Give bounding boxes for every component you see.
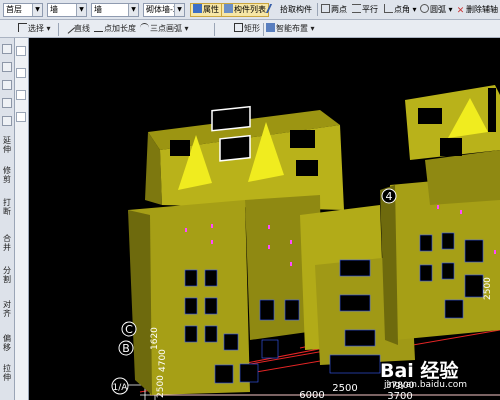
delete-aux-line-button-label: 删除辅轴 xyxy=(466,5,498,14)
main-toolbar: 首层 ▼ 墙 ▼ 墙 ▼ 砌体墙-2 ▼ 属性 构件列表 拾取构件 两点 平行 点角 ▾… xyxy=(0,0,500,20)
modify-sidebar: 延伸 修剪 打断 合并 分割 对齐 偏移 拉伸 xyxy=(0,38,15,400)
dimension-label: 2500 xyxy=(156,375,166,398)
pick-component-button[interactable]: 拾取构件 xyxy=(265,3,312,17)
point-add-length-button[interactable]: 点加长度 xyxy=(94,22,136,36)
parallel-button[interactable]: 平行 xyxy=(352,3,378,17)
properties-icon xyxy=(193,4,202,13)
sidebar-item-merge[interactable]: 合并 xyxy=(1,234,13,252)
point-angle-button-label: 点角 xyxy=(394,5,410,14)
point-length-icon xyxy=(94,22,103,32)
sidebar-item-extend[interactable]: 延伸 xyxy=(1,136,13,154)
panel-icon[interactable] xyxy=(16,68,26,78)
category-select-value: 墙 xyxy=(50,5,58,14)
chevron-down-icon: ▼ xyxy=(32,4,42,16)
chevron-down-icon: ▼ xyxy=(128,4,138,16)
sidebar-item-offset[interactable]: 偏移 xyxy=(1,334,13,352)
component-list-button[interactable]: 构件列表 xyxy=(221,3,269,17)
type-select-value: 墙 xyxy=(94,5,102,14)
point-angle-icon xyxy=(384,4,393,13)
toolbar-separator xyxy=(263,23,264,36)
sidebar-item-stretch[interactable]: 拉伸 xyxy=(1,364,13,382)
dimension-label: 2500 xyxy=(332,383,357,394)
type-select[interactable]: 墙 ▼ xyxy=(91,3,139,17)
properties-button-label: 属性 xyxy=(203,5,219,14)
delete-icon: ✕ xyxy=(456,6,465,16)
baidu-watermark: Bai 经验 jingyan.baidu.com xyxy=(380,356,492,396)
point-angle-button[interactable]: 点角 ▾ xyxy=(384,3,417,17)
floor-select-value: 首层 xyxy=(6,5,22,14)
cursor-icon xyxy=(18,23,27,32)
chevron-down-icon: ▼ xyxy=(174,4,184,16)
pencil-icon[interactable] xyxy=(2,44,12,54)
line-button[interactable]: 直线 xyxy=(61,20,90,36)
two-point-icon xyxy=(321,4,330,13)
dimension-label: 2500 xyxy=(483,277,493,300)
building-3d-model[interactable]: C B 1/A 4 6000 2500 3700 37800 2500 4700… xyxy=(29,38,500,400)
eraser-icon[interactable] xyxy=(2,62,12,72)
select-button[interactable]: 选择 ▾ xyxy=(18,22,51,36)
sidebar-item-break[interactable]: 打断 xyxy=(1,198,13,216)
parallel-button-label: 平行 xyxy=(362,5,378,14)
toolbar-separator xyxy=(58,23,59,36)
delete-aux-line-button[interactable]: ✕ 删除辅轴 xyxy=(456,3,498,17)
axis-label-b: B xyxy=(122,342,130,355)
sidebar-item-align[interactable]: 对齐 xyxy=(1,300,13,318)
axis-label-1a: 1/A xyxy=(113,383,129,393)
rotate-icon[interactable] xyxy=(2,116,12,126)
watermark-url: jingyan.baidu.com xyxy=(384,380,468,390)
arc-icon xyxy=(420,4,429,13)
three-point-arc-aux-button-label: 圆弧 xyxy=(430,5,446,14)
rectangle-button[interactable]: 矩形 xyxy=(234,22,260,36)
toolbar-separator xyxy=(317,3,318,16)
dimension-label: 4700 xyxy=(158,349,168,372)
chevron-down-icon: ▼ xyxy=(76,4,86,16)
point-add-length-button-label: 点加长度 xyxy=(104,24,136,33)
category-select[interactable]: 墙 ▼ xyxy=(47,3,87,17)
list-icon xyxy=(224,4,233,13)
panel-icon[interactable] xyxy=(16,112,26,122)
select-button-label: 选择 xyxy=(28,24,44,33)
toolbar-separator xyxy=(214,23,215,36)
pick-component-button-label: 拾取构件 xyxy=(280,5,312,14)
sidebar-item-trim[interactable]: 修剪 xyxy=(1,166,13,184)
two-point-button[interactable]: 两点 xyxy=(321,3,347,17)
axis-label-4: 4 xyxy=(386,190,393,203)
arc-icon xyxy=(140,23,149,32)
pick-icon xyxy=(265,4,282,13)
three-point-arc-button-label: 三点画弧 xyxy=(150,24,182,33)
rectangle-button-label: 矩形 xyxy=(244,24,260,33)
dimension-label: 1620 xyxy=(150,327,160,350)
panel-icon[interactable] xyxy=(16,46,26,56)
smart-layout-button[interactable]: 智能布置 ▾ xyxy=(266,22,315,36)
component-list-button-label: 构件列表 xyxy=(234,5,266,14)
axis-label-c: C xyxy=(125,323,133,336)
draw-toolbar: 选择 ▾ 直线 点加长度 三点画弧 ▾ 矩形 智能布置 ▾ xyxy=(0,20,500,38)
side-icon-panel xyxy=(14,38,29,400)
floor-select[interactable]: 首层 ▼ xyxy=(3,3,43,17)
line-button-label: 直线 xyxy=(74,24,90,33)
smart-layout-icon xyxy=(266,23,275,32)
move-icon[interactable] xyxy=(2,98,12,108)
two-point-button-label: 两点 xyxy=(331,5,347,14)
left-building xyxy=(128,105,415,395)
three-point-arc-button[interactable]: 三点画弧 ▾ xyxy=(140,22,189,36)
three-point-arc-aux-button[interactable]: 圆弧 ▾ xyxy=(420,3,453,17)
dimension-label: 6000 xyxy=(299,390,324,400)
parallel-icon xyxy=(352,4,361,13)
sidebar-item-split[interactable]: 分割 xyxy=(1,266,13,284)
element-select[interactable]: 砌体墙-2 ▼ xyxy=(143,3,185,17)
rectangle-icon xyxy=(234,23,243,32)
3d-viewport[interactable]: C B 1/A 4 6000 2500 3700 37800 2500 4700… xyxy=(29,38,500,400)
panel-icon[interactable] xyxy=(16,90,26,100)
properties-button[interactable]: 属性 xyxy=(190,3,222,17)
smart-layout-button-label: 智能布置 xyxy=(276,24,308,33)
watermark-logo: Bai 经验 xyxy=(380,360,459,382)
copy-icon[interactable] xyxy=(2,80,12,90)
right-building xyxy=(380,85,500,345)
